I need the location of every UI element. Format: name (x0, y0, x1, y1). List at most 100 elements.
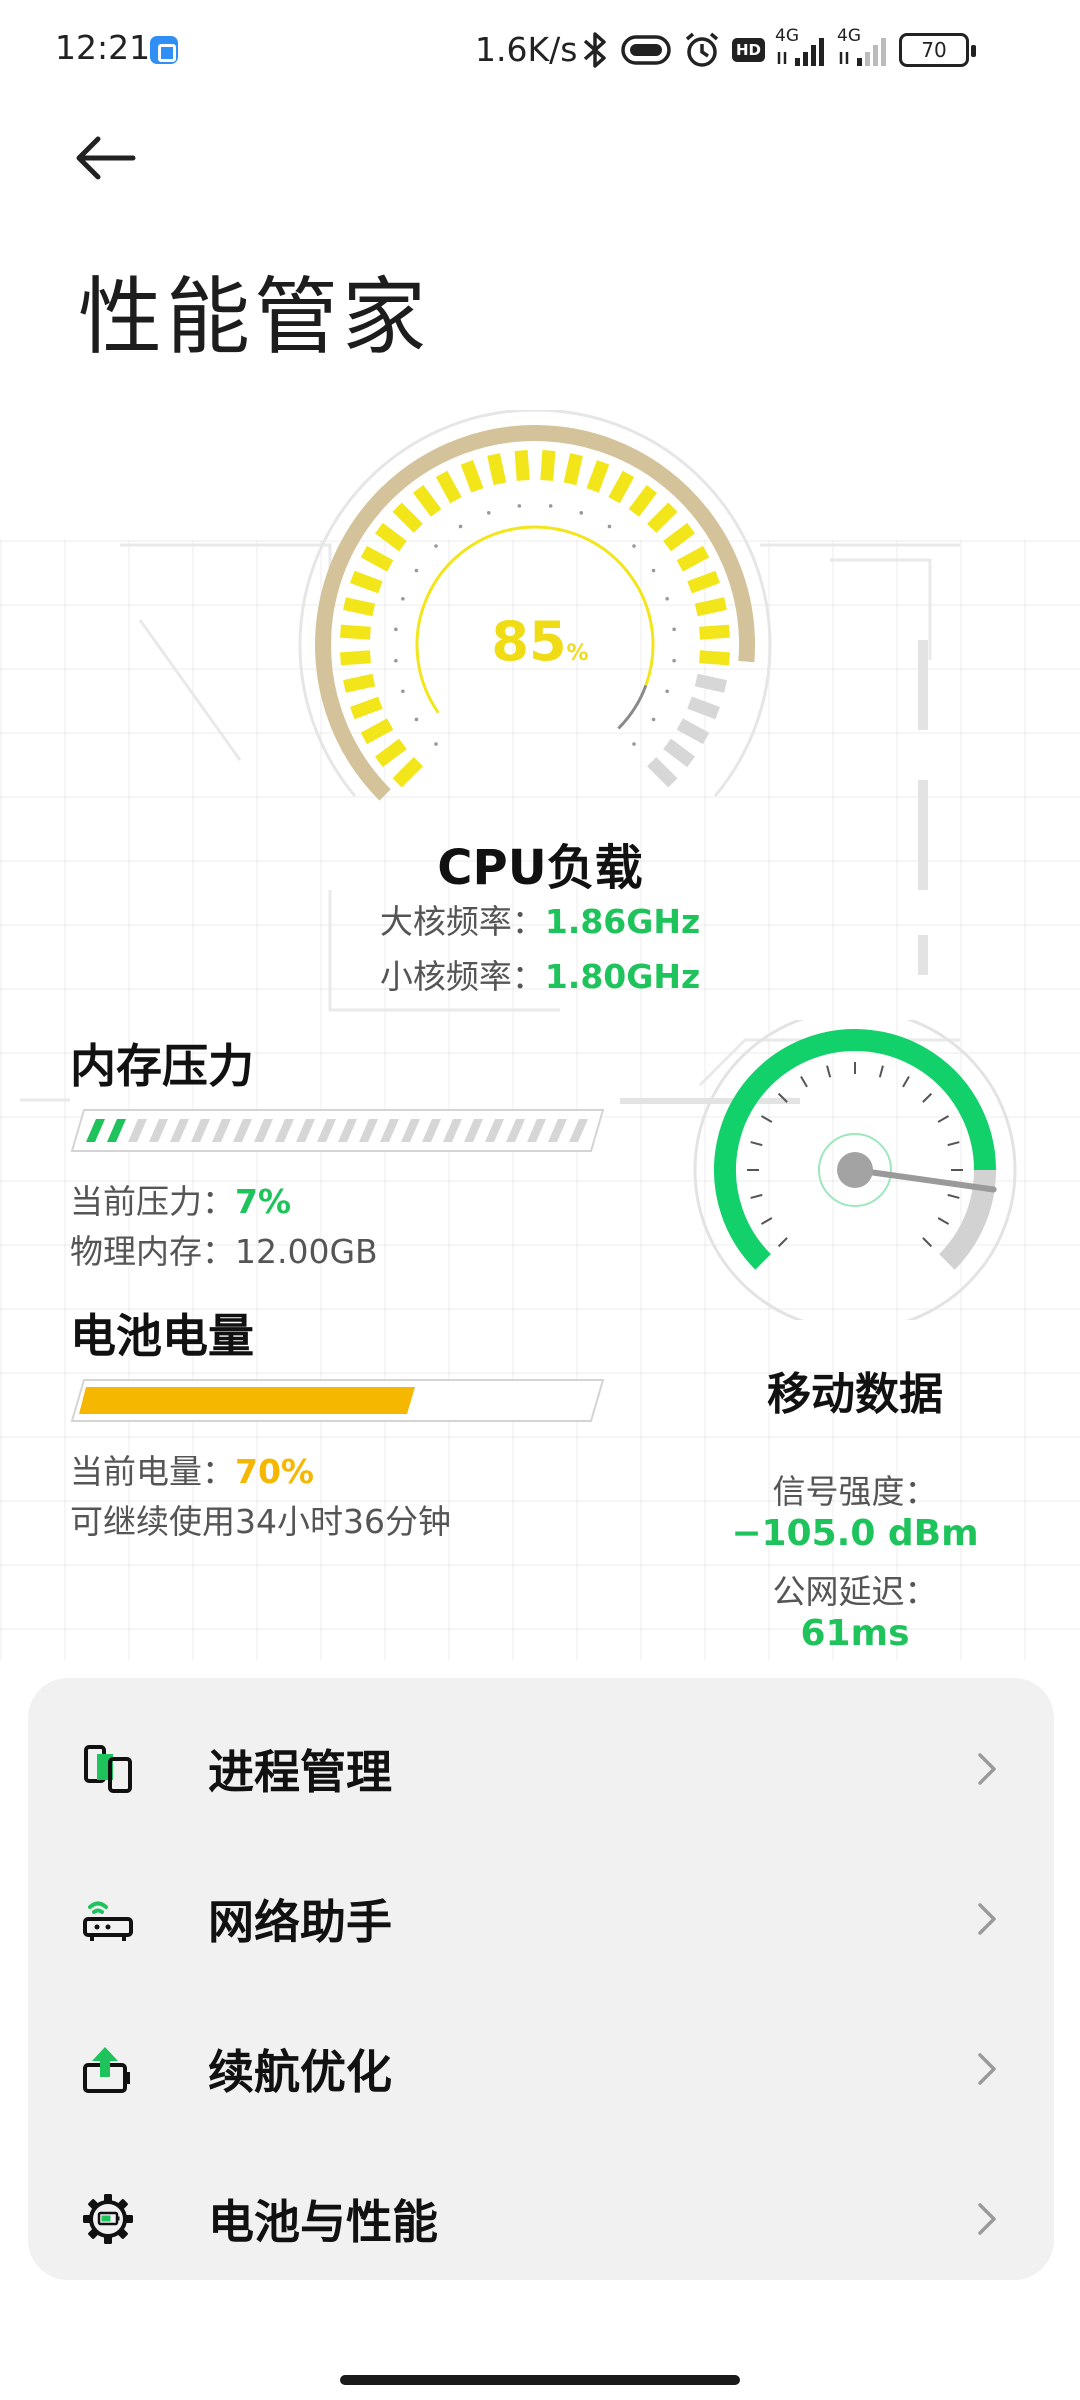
cpu-tick (360, 718, 394, 745)
net-tick (947, 1193, 960, 1199)
net-tick (947, 1141, 960, 1147)
cpu-tick (687, 696, 720, 720)
cpu-dot (458, 524, 463, 529)
menu-item-label: 网络助手 (208, 1895, 392, 1949)
latency-label: 公网延迟： (772, 1572, 938, 1611)
page-title: 性能管家 (78, 268, 431, 366)
net-tick (922, 1092, 933, 1103)
home-indicator[interactable] (340, 2375, 740, 2385)
chevron-right-icon (978, 1753, 996, 1785)
battery-level-value: 70% (235, 1452, 314, 1491)
net-tick (922, 1237, 933, 1248)
cpu-load-unit: % (566, 641, 589, 666)
notification-app-icon (150, 36, 178, 64)
vpn-capsule-icon (621, 35, 671, 65)
memory-pressure-value: 7% (235, 1182, 292, 1221)
cpu-dot (434, 544, 438, 548)
battery-level-bar (70, 1379, 605, 1422)
cpu-dot (401, 596, 405, 601)
battery-level-title: 电池电量 (70, 1309, 254, 1363)
signal-strength-value: −105.0 dBm (731, 1513, 979, 1554)
memory-pressure-title: 内存压力 (70, 1039, 254, 1093)
net-needle (852, 1167, 997, 1193)
cpu-tick (540, 450, 556, 481)
cpu-tick (514, 450, 530, 481)
cpu-tick (699, 624, 730, 640)
cpu-dot (607, 524, 612, 529)
cpu-dot (486, 511, 491, 515)
physical-memory-info: 物理内存：12.00GB (70, 1225, 378, 1273)
menu-item-label: 续航优化 (208, 2045, 392, 2099)
cpu-tick (350, 570, 383, 594)
cpu-tick (360, 545, 394, 572)
net-tick (826, 1065, 832, 1078)
cpu-dot (632, 742, 636, 746)
small-core-frequency: 小核频率：1.80GHz (330, 950, 750, 998)
cpu-tick (340, 624, 371, 640)
cpu-tick (350, 696, 383, 720)
battery-level-label: 当前电量： (70, 1452, 235, 1491)
battery-boost-icon (78, 2039, 138, 2099)
cpu-inner-ring-rest (617, 684, 648, 730)
cpu-dot (517, 504, 522, 508)
battery-icon: 70 (899, 33, 977, 67)
menu-item-label: 电池与性能 (208, 2195, 438, 2249)
cpu-tick (687, 570, 720, 594)
menu-item-battery-life-optimization[interactable]: 续航优化 (28, 1994, 1054, 2144)
big-core-frequency: 大核频率：1.86GHz (330, 895, 750, 943)
chevron-right-icon (978, 2053, 996, 2085)
cpu-tick (647, 502, 678, 533)
cpu-tick (392, 502, 423, 533)
cpu-tick (663, 738, 696, 768)
memory-bar-frame (70, 1109, 605, 1152)
memory-pressure-bar (70, 1109, 605, 1152)
cpu-tick (563, 453, 583, 486)
small-core-value: 1.80GHz (544, 957, 701, 996)
net-tick (750, 1193, 763, 1199)
cpu-tick (647, 757, 678, 788)
back-button[interactable] (74, 128, 154, 188)
big-core-label: 大核频率： (379, 902, 545, 941)
cpu-dot (651, 568, 656, 573)
chevron-right-icon (978, 2203, 996, 2235)
hd-badge: HD (732, 38, 766, 62)
network-speed: 1.6K/s (475, 30, 578, 69)
memory-pressure-label: 当前压力： (70, 1182, 235, 1221)
cpu-tick (374, 738, 407, 768)
cpu-tick (343, 597, 376, 617)
cpu-tick (608, 470, 635, 504)
cpu-tick (340, 650, 371, 666)
cpu-tick (487, 453, 507, 486)
battery-bar-fill (79, 1387, 415, 1414)
cpu-tick (694, 597, 727, 617)
cpu-tick (412, 484, 442, 517)
status-time: 12:21 (55, 28, 151, 67)
cpu-tick (694, 673, 727, 693)
mobile-data-title: 移动数据 (767, 1369, 943, 1420)
net-tick (902, 1075, 910, 1088)
menu-item-battery-and-performance[interactable]: 电池与性能 (28, 2144, 1054, 2294)
menu-item-network-assistant[interactable]: 网络助手 (28, 1844, 1054, 1994)
sim2-signal-icon: 4G (837, 26, 889, 70)
menu-item-process-management[interactable]: 进程管理 (28, 1694, 1054, 1844)
cpu-tick (676, 718, 710, 745)
menu-item-label: 进程管理 (208, 1745, 392, 1799)
cpu-dot (672, 627, 676, 632)
cpu-dot (414, 568, 419, 573)
cpu-tick (586, 460, 610, 493)
net-tick (777, 1092, 788, 1103)
cpu-tick (460, 460, 484, 493)
cpu-dot (651, 717, 656, 722)
cpu-load-value: 85% (440, 610, 640, 673)
battery-level-info: 当前电量：70% (70, 1445, 314, 1493)
router-icon (78, 1889, 138, 1949)
status-bar: 12:21 1.6K/s HD 4G 4G 70 (0, 0, 1080, 100)
cpu-dot (672, 658, 676, 663)
cpu-dot (548, 504, 553, 508)
net-tick (777, 1237, 788, 1248)
net-hub (837, 1152, 873, 1188)
cpu-tick (676, 545, 710, 572)
physical-memory-label: 物理内存： (70, 1232, 235, 1271)
chevron-right-icon (978, 1903, 996, 1935)
battery-level-text: 70 (921, 38, 947, 62)
